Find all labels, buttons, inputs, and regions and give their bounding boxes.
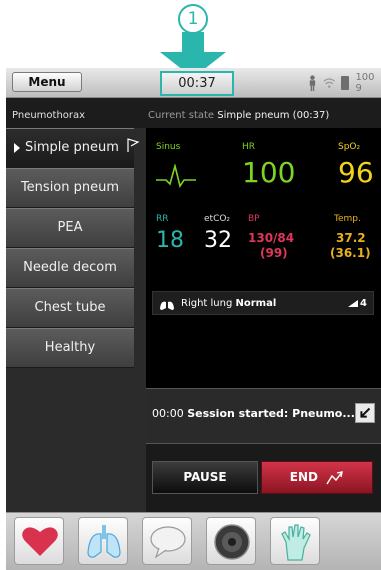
tab-glove[interactable] <box>270 517 320 565</box>
battery-icon <box>341 76 350 90</box>
state-item-pea[interactable]: PEA <box>6 208 134 248</box>
app-screen: 1 Menu 00:37 100 9 Pneumothorax Simple p… <box>0 0 381 570</box>
tab-heart[interactable] <box>14 517 64 565</box>
state-item-healthy[interactable]: Healthy <box>6 328 134 368</box>
status-icons: 100 9 <box>308 72 381 94</box>
glove-icon <box>281 524 311 561</box>
end-flag-icon <box>326 470 344 484</box>
lung-status-row[interactable]: Right lung Normal 4 <box>152 291 374 315</box>
status-bar: Menu 00:37 100 9 <box>6 68 381 98</box>
current-state-prefix: Current state <box>148 110 215 121</box>
temp-sub: (36.1) <box>330 246 371 260</box>
scenario-title: Pneumothorax <box>6 98 152 128</box>
lung-signal-value: 4 <box>360 298 367 309</box>
rhythm-label: Sinus <box>156 142 181 152</box>
vitals-monitor: Sinus HR 100 SpO₂ 96 RR 18 etCO₂ 32 BP 1… <box>146 128 381 388</box>
bp-label: BP <box>248 214 260 224</box>
callout-number: 1 <box>178 4 208 34</box>
tab-sound[interactable] <box>206 517 256 565</box>
wifi-icon <box>323 78 335 88</box>
signal-icon <box>348 299 359 307</box>
log-time: 00:00 <box>152 407 184 420</box>
state-item-needle-decom[interactable]: Needle decom <box>6 248 134 288</box>
expand-icon[interactable] <box>355 403 375 423</box>
spo2-value: 96 <box>338 156 374 189</box>
speech-bubble-icon <box>150 526 186 559</box>
lungs-icon <box>87 525 121 558</box>
state-item-label: Simple pneum <box>25 140 119 155</box>
spo2-label: SpO₂ <box>338 142 361 152</box>
end-label: END <box>289 470 318 484</box>
state-item-simple-pneum[interactable]: Simple pneum <box>6 128 140 168</box>
log-entry: 00:00 Session started: Pneumo... <box>152 407 355 420</box>
temp-value: 37.2 <box>336 231 366 245</box>
rr-label: RR <box>156 214 169 224</box>
lung-signal: 4 <box>348 298 367 309</box>
lung-text: Right lung Normal <box>181 298 276 309</box>
current-state-header: Current state Simple pneum (00:37) <box>146 98 381 128</box>
person-icon <box>309 75 316 92</box>
hr-value: 100 <box>242 156 296 189</box>
session-clock: 00:37 <box>160 71 234 96</box>
lungs-icon <box>160 298 174 310</box>
pause-button[interactable]: PAUSE <box>152 461 258 494</box>
end-button[interactable]: END <box>261 461 373 494</box>
play-triangle-icon <box>14 142 20 153</box>
lung-status: Normal <box>235 298 277 309</box>
battery-text: 100 9 <box>355 72 375 94</box>
tab-speech[interactable] <box>142 517 192 565</box>
app-window: Menu 00:37 100 9 Pneumothorax Simple pne… <box>6 68 381 512</box>
rr-value: 18 <box>156 228 184 253</box>
event-log[interactable]: 00:00 Session started: Pneumo... <box>146 388 381 444</box>
current-state-value: Simple pneum (00:37) <box>217 110 330 121</box>
hr-label: HR <box>242 142 256 152</box>
event-log-area: 00:00 Session started: Pneumo... PAUSE E… <box>146 388 381 512</box>
state-item-chest-tube[interactable]: Chest tube <box>6 288 134 328</box>
etco2-label: etCO₂ <box>204 214 231 224</box>
log-message: Session started: Pneumo... <box>187 407 355 420</box>
menu-button[interactable]: Menu <box>12 72 82 92</box>
state-list: Simple pneum Tension pneum PEA Needle de… <box>6 128 140 368</box>
temp-label: Temp. <box>334 214 361 224</box>
bp-map: (99) <box>260 246 288 260</box>
bottom-tab-bar <box>6 512 381 570</box>
speaker-icon <box>214 524 250 560</box>
bp-value: 130/84 <box>248 231 295 245</box>
state-item-tension-pneum[interactable]: Tension pneum <box>6 168 134 208</box>
tab-lungs[interactable] <box>78 517 128 565</box>
etco2-value: 32 <box>204 228 232 253</box>
ecg-wave-icon <box>156 164 196 188</box>
heart-icon <box>22 527 58 556</box>
flag-icon <box>127 138 140 152</box>
lung-label: Right lung <box>181 298 233 309</box>
